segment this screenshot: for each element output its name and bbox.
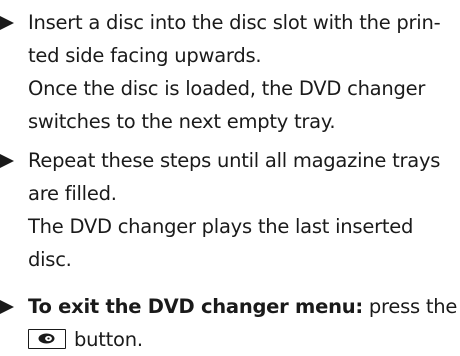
eject-disc-icon	[28, 328, 66, 349]
step-line: switches to the next empty tray.	[28, 110, 336, 133]
step-text: button.	[74, 328, 143, 351]
step-line: Once the disc is loaded, the DVD changer	[28, 77, 426, 100]
step-repeat: Repeat these steps until all magazine tr…	[0, 144, 460, 276]
step-exit-menu: To exit the DVD changer menu: press the …	[0, 290, 460, 356]
step-line: button.	[28, 323, 454, 356]
step-line: Insert a disc into the disc slot with th…	[28, 11, 441, 34]
bullet-arrow-icon	[0, 16, 14, 30]
bullet-arrow-icon	[0, 154, 14, 168]
step-line: To exit the DVD changer menu: press the	[28, 290, 457, 323]
step-line: disc.	[28, 248, 72, 271]
step-line: are filled.	[28, 182, 117, 205]
step-line: Repeat these steps until all magazine tr…	[28, 149, 441, 172]
bullet-arrow-icon	[0, 300, 14, 314]
step-line: ted side facing upwards.	[28, 44, 262, 67]
step-line: The DVD changer plays the last inserted	[28, 215, 414, 238]
instruction-page: Insert a disc into the disc slot with th…	[0, 0, 460, 351]
step-insert-disc: Insert a disc into the disc slot with th…	[0, 6, 460, 138]
